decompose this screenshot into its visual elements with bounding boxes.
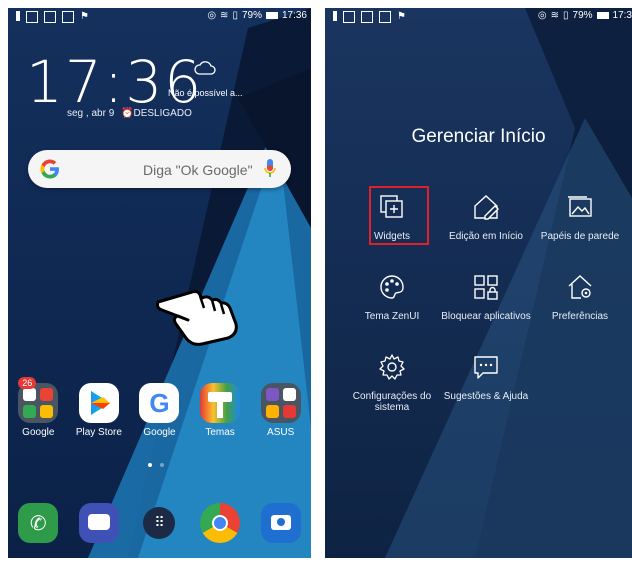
battery-icon: ▯ <box>232 10 238 21</box>
asus-folder-icon <box>260 383 301 423</box>
wallpaper-icon <box>568 196 592 217</box>
battery-percent: 79% <box>241 10 262 21</box>
app-drawer-icon[interactable]: ⠿ <box>139 503 179 543</box>
wifi-icon: ≋ <box>550 10 559 21</box>
google-folder-icon <box>18 383 59 423</box>
status-time: 17:3 <box>612 10 632 21</box>
option-label: Papéis de parede <box>540 231 620 242</box>
microphone-icon[interactable] <box>263 158 277 180</box>
flag-icon: ⚑ <box>80 11 89 22</box>
pointing-hand-icon <box>156 289 238 346</box>
option-wallpaper[interactable]: Papéis de parede <box>533 184 627 242</box>
image-icon <box>379 11 391 23</box>
manage-home-screen: ⚑ ◎ ≋ ▯ 79% 17:3 Gerenciar Início Widget… <box>325 8 632 558</box>
option-label: Bloquear aplicativos <box>441 311 531 322</box>
home-settings-icon <box>568 275 592 299</box>
wifi-icon: ≋ <box>220 10 229 21</box>
page-indicator <box>148 463 164 467</box>
search-hint: Diga "Ok Google" <box>143 162 253 178</box>
alarm-icon: ⏰ <box>121 108 134 119</box>
image-icon <box>62 11 74 23</box>
play-store-icon <box>78 383 119 423</box>
option-preferences[interactable]: Preferências <box>533 264 627 322</box>
chrome-icon[interactable] <box>200 503 241 543</box>
status-time: 17:36 <box>281 10 307 21</box>
app-label: Temas <box>205 427 235 438</box>
sync-icon: ◎ <box>537 10 547 21</box>
app-temas[interactable]: Temas <box>192 383 248 438</box>
widgets-highlight-box <box>369 186 429 245</box>
app-lock-icon <box>474 275 498 300</box>
home-edit-icon <box>474 195 499 220</box>
phone-icon[interactable]: ✆ <box>18 503 59 543</box>
option-system-settings[interactable]: Configurações do sistema <box>345 344 439 413</box>
home-screen: ⚑ ◎ ≋ ▯ 79% 17:36 17:36 Não é possível a… <box>8 8 311 558</box>
app-play-store[interactable]: Play Store <box>71 383 127 438</box>
battery-icon: ▯ <box>563 10 569 21</box>
alarm-status: DESLIGADO <box>133 108 192 119</box>
option-feedback[interactable]: Sugestões & Ajuda <box>439 344 533 413</box>
flag-icon: ⚑ <box>397 11 406 22</box>
date-text: seg , abr 9 ⏰DESLIGADO <box>67 108 192 119</box>
weather-icon[interactable] <box>193 58 217 76</box>
date-label: seg , abr 9 <box>67 108 115 119</box>
notification-badge: 26 <box>18 377 37 389</box>
battery-icon <box>265 12 278 19</box>
status-bar: ⚑ ◎ ≋ ▯ 79% 17:36 <box>8 8 311 26</box>
dock: ✆ ⠿ <box>8 503 311 543</box>
option-label: Configurações do sistema <box>352 391 432 413</box>
messages-icon[interactable] <box>78 503 119 543</box>
option-home-edit[interactable]: Edição em Início <box>439 184 533 242</box>
battery-percent: 79% <box>572 10 593 21</box>
weather-text[interactable]: Não é possível a... <box>168 88 243 98</box>
sync-icon: ◎ <box>207 10 217 21</box>
app-google-folder[interactable]: 26 Google <box>10 377 66 438</box>
option-label: Tema ZenUI <box>364 311 420 322</box>
battery-icon <box>596 12 609 19</box>
image-icon <box>361 11 373 23</box>
app-label: Google <box>143 427 176 438</box>
gallery-icon <box>26 11 38 23</box>
app-google[interactable]: G Google <box>131 383 187 438</box>
image-icon <box>44 11 56 23</box>
option-label: Sugestões & Ajuda <box>443 391 529 402</box>
clock-widget[interactable]: 17:36 <box>26 48 203 116</box>
notification-icon <box>333 11 337 21</box>
camera-icon[interactable] <box>260 503 301 543</box>
gear-icon <box>379 354 405 380</box>
google-g-icon <box>40 159 59 179</box>
google-icon: G <box>139 383 180 423</box>
app-label: Play Store <box>75 427 122 438</box>
gallery-icon <box>343 11 355 23</box>
option-theme[interactable]: Tema ZenUI <box>345 264 439 322</box>
app-asus-folder[interactable]: ASUS <box>253 383 309 438</box>
option-label: Edição em Início <box>449 231 523 242</box>
theme-palette-icon <box>380 275 404 299</box>
app-label: Google <box>22 427 55 438</box>
page-title: Gerenciar Início <box>411 126 546 147</box>
feedback-icon <box>474 356 498 379</box>
status-bar: ⚑ ◎ ≋ ▯ 79% 17:3 <box>325 8 632 26</box>
app-row: 26 Google Play Store G Google Temas ASUS <box>8 377 311 438</box>
google-search-bar[interactable]: Diga "Ok Google" <box>28 150 291 188</box>
option-app-lock[interactable]: Bloquear aplicativos <box>439 264 533 322</box>
themes-icon <box>200 383 241 423</box>
option-label: Preferências <box>551 311 609 322</box>
app-label: ASUS <box>267 427 295 438</box>
notification-icon <box>16 11 20 21</box>
